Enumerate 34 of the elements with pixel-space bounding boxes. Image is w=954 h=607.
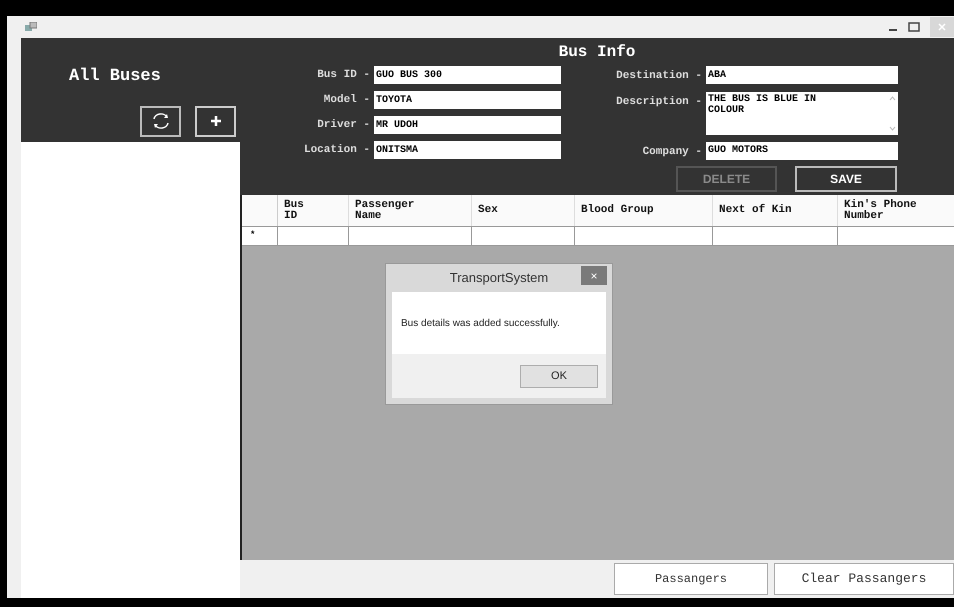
sidebar-title: All Buses	[69, 66, 162, 88]
text-field[interactable]: ABA	[706, 66, 898, 84]
text-field[interactable]: ONITSMA	[374, 141, 561, 159]
text-field[interactable]: MR UDOH	[374, 116, 561, 134]
column-header[interactable]: Kin's Phone Number	[838, 195, 954, 226]
refresh-icon	[150, 112, 170, 130]
text-field[interactable]: GUO BUS 300	[374, 66, 561, 84]
field-label: Model -	[324, 92, 370, 108]
text-field[interactable]: GUO MOTORS	[706, 142, 898, 160]
field-label: Destination -	[616, 69, 702, 84]
dialog-message: Bus details was added successfully.	[401, 316, 560, 330]
app-icon	[25, 22, 37, 32]
field-label: Description -	[616, 94, 702, 110]
field-label: Company -	[642, 144, 702, 160]
form-title: Bus Info	[558, 42, 636, 63]
text-field[interactable]: TOYOTA	[374, 91, 561, 109]
field-label: Driver -	[317, 118, 370, 133]
field-label: Bus ID -	[317, 68, 370, 83]
column-header[interactable]: Bus ID	[278, 195, 349, 226]
column-header[interactable]: Passenger Name	[349, 195, 472, 226]
dialog-title: TransportSystem	[450, 269, 548, 288]
bottom-button[interactable]: Clear Passangers	[774, 563, 954, 595]
dialog-close-button[interactable]: ×	[581, 266, 607, 285]
ok-button[interactable]: OK	[520, 364, 598, 388]
column-header[interactable]: Next of Kin	[713, 195, 838, 226]
refresh-button[interactable]	[140, 106, 181, 136]
column-header[interactable]: Blood Group	[575, 195, 713, 226]
field-label: Location -	[304, 142, 370, 158]
bottom-button[interactable]: Passangers	[614, 563, 768, 595]
action-button[interactable]: SAVE	[795, 166, 897, 192]
maximize-icon[interactable]	[908, 22, 920, 32]
column-header[interactable]: Sex	[472, 195, 575, 226]
add-button[interactable]	[195, 106, 236, 136]
plus-icon	[210, 115, 222, 127]
